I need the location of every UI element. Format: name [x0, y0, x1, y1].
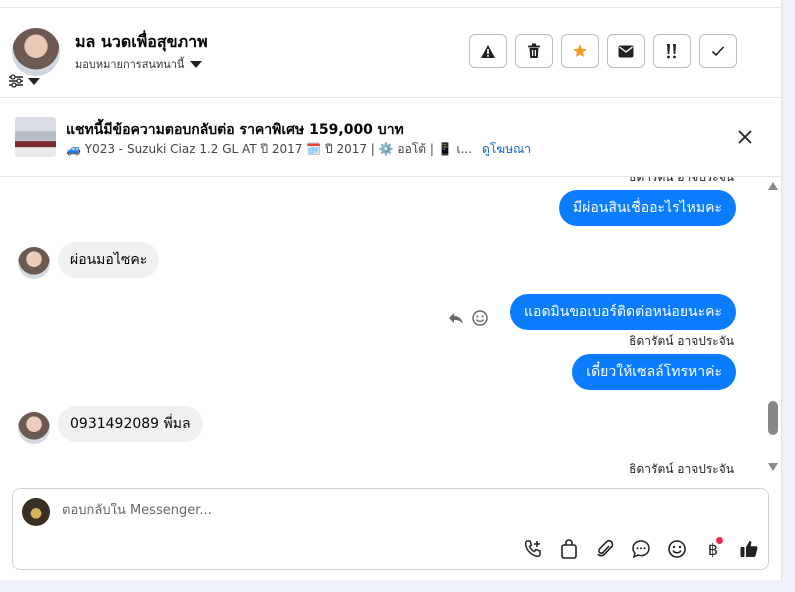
scroll-down-arrow[interactable] [768, 463, 778, 471]
call-add-icon[interactable] [521, 537, 545, 561]
ad-description: 🚙 Y023 - Suzuki Ciaz 1.2 GL AT ปี 2017 🗓… [66, 142, 473, 156]
page-avatar [22, 498, 50, 526]
outgoing-message[interactable]: มีผ่อนสินเชื่ออะไรไหมคะ [558, 190, 736, 226]
spam-icon [667, 44, 676, 59]
ad-title: แชทนี้มีข้อความตอบกลับต่อ ราคาพิเศษ 159,… [66, 122, 404, 138]
assign-dropdown[interactable]: มอบหมายการสนทนานี้ [75, 55, 203, 73]
message-thread[interactable]: ธิดารัตน์ อาจประจัน มีผ่อนสินเชื่ออะไรไห… [0, 177, 765, 480]
shopping-bag-icon[interactable] [557, 537, 581, 561]
thumbs-up-icon[interactable] [737, 537, 761, 561]
message-hover-actions [448, 310, 488, 326]
contact-name[interactable]: มล นวดเพื่อสุขภาพ [75, 30, 208, 55]
incoming-message[interactable]: 0931492089 พี่มล [58, 406, 203, 442]
paperclip-icon[interactable] [593, 537, 617, 561]
chevron-down-icon [190, 60, 203, 68]
message-composer: ฿ [12, 488, 769, 570]
star-icon [573, 44, 587, 57]
incoming-message[interactable]: ผ่อนมอไซคะ [58, 242, 160, 278]
top-divider [0, 7, 781, 8]
notification-dot [716, 537, 723, 544]
view-ad-link[interactable]: ดูโฆษณา [482, 140, 531, 159]
chat-bubble-icon[interactable] [629, 537, 653, 561]
ad-thumbnail[interactable] [15, 117, 56, 157]
emoji-icon[interactable] [665, 537, 689, 561]
filter-menu-button[interactable] [8, 74, 40, 88]
emoji-react-icon[interactable] [472, 310, 488, 326]
conversation-panel: มล นวดเพื่อสุขภาพ มอบหมายการสนทนานี้ แชท… [0, 0, 782, 580]
conversation-actions [469, 34, 737, 68]
sender-name: ธิดารัตน์ อาจประจัน [629, 177, 734, 184]
trash-icon [528, 43, 540, 58]
scroll-up-arrow[interactable] [768, 182, 778, 190]
delete-button[interactable] [515, 34, 553, 68]
star-button[interactable] [561, 34, 599, 68]
scrollbar-thumb[interactable] [768, 401, 778, 435]
chevron-down-icon [28, 77, 40, 85]
done-button[interactable] [699, 34, 737, 68]
close-icon[interactable] [735, 127, 755, 147]
sender-name: ธิดารัตน์ อาจประจัน [629, 462, 734, 476]
spam-button[interactable] [653, 34, 691, 68]
contact-avatar[interactable] [12, 28, 60, 76]
sliders-icon [9, 74, 23, 88]
reply-input[interactable] [62, 503, 662, 518]
report-button[interactable] [469, 34, 507, 68]
composer-toolbar: ฿ [521, 537, 761, 561]
envelope-icon [618, 45, 634, 57]
outgoing-message[interactable]: เดี๋ยวให้เซลล์โทรหาค่ะ [572, 354, 736, 390]
sender-name: ธิดารัตน์ อาจประจัน [629, 334, 734, 348]
contact-avatar-small [18, 412, 50, 444]
mark-unread-button[interactable] [607, 34, 645, 68]
reply-icon[interactable] [448, 311, 464, 325]
contact-avatar-small [18, 247, 50, 279]
ad-subtitle: 🚙 Y023 - Suzuki Ciaz 1.2 GL AT ปี 2017 🗓… [66, 140, 531, 159]
divider [0, 97, 781, 98]
outgoing-message[interactable]: แอดมินขอเบอร์ติดต่อหน่อยนะคะ [510, 294, 736, 330]
baht-icon[interactable]: ฿ [701, 537, 725, 561]
checkmark-icon [711, 46, 725, 57]
warning-icon [481, 44, 495, 58]
assign-label: มอบหมายการสนทนานี้ [75, 58, 185, 71]
